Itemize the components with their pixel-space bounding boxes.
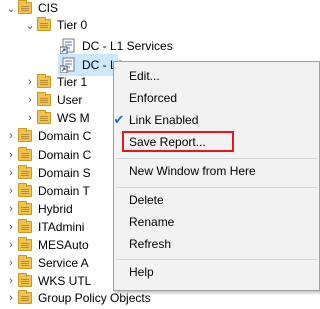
folder-icon	[37, 92, 51, 106]
context-menu: Edit... Enforced ✔ Link Enabled Save Rep…	[113, 61, 320, 291]
folder-icon	[18, 201, 32, 215]
menu-item-link-enabled[interactable]: ✔ Link Enabled	[114, 109, 319, 131]
folder-icon	[18, 183, 32, 197]
menu-separator	[116, 259, 317, 260]
folder-icon	[18, 147, 32, 161]
folder-icon	[37, 17, 51, 31]
chevron-down-icon[interactable]: ⌄	[6, 0, 16, 19]
menu-item-edit[interactable]: Edit...	[114, 65, 319, 87]
chevron-down-icon[interactable]: ⌄	[25, 14, 35, 36]
folder-icon	[37, 74, 51, 88]
highlight-box	[122, 131, 234, 152]
menu-item-delete[interactable]: Delete	[114, 189, 319, 211]
menu-item-help[interactable]: Help	[114, 261, 319, 283]
folder-icon	[18, 255, 32, 269]
menu-item-enforced[interactable]: Enforced	[114, 87, 319, 109]
folder-icon	[18, 219, 32, 233]
gpo-link-icon	[59, 38, 76, 55]
menu-item-refresh[interactable]: Refresh	[114, 233, 319, 255]
check-icon: ✔	[113, 112, 125, 127]
folder-icon	[18, 165, 32, 179]
menu-separator	[116, 158, 317, 159]
menu-item-new-window-from-here[interactable]: New Window from Here	[114, 160, 319, 182]
folder-icon	[18, 237, 32, 251]
folder-icon	[18, 290, 32, 304]
folder-icon	[37, 110, 51, 124]
folder-icon	[18, 0, 32, 14]
folder-icon	[18, 273, 32, 287]
menu-item-rename[interactable]: Rename	[114, 211, 319, 233]
folder-icon	[18, 128, 32, 142]
chevron-right-icon[interactable]: ›	[6, 287, 16, 309]
tree-item-tier-0[interactable]: ⌄ Tier 0	[25, 14, 87, 36]
menu-separator	[116, 187, 317, 188]
